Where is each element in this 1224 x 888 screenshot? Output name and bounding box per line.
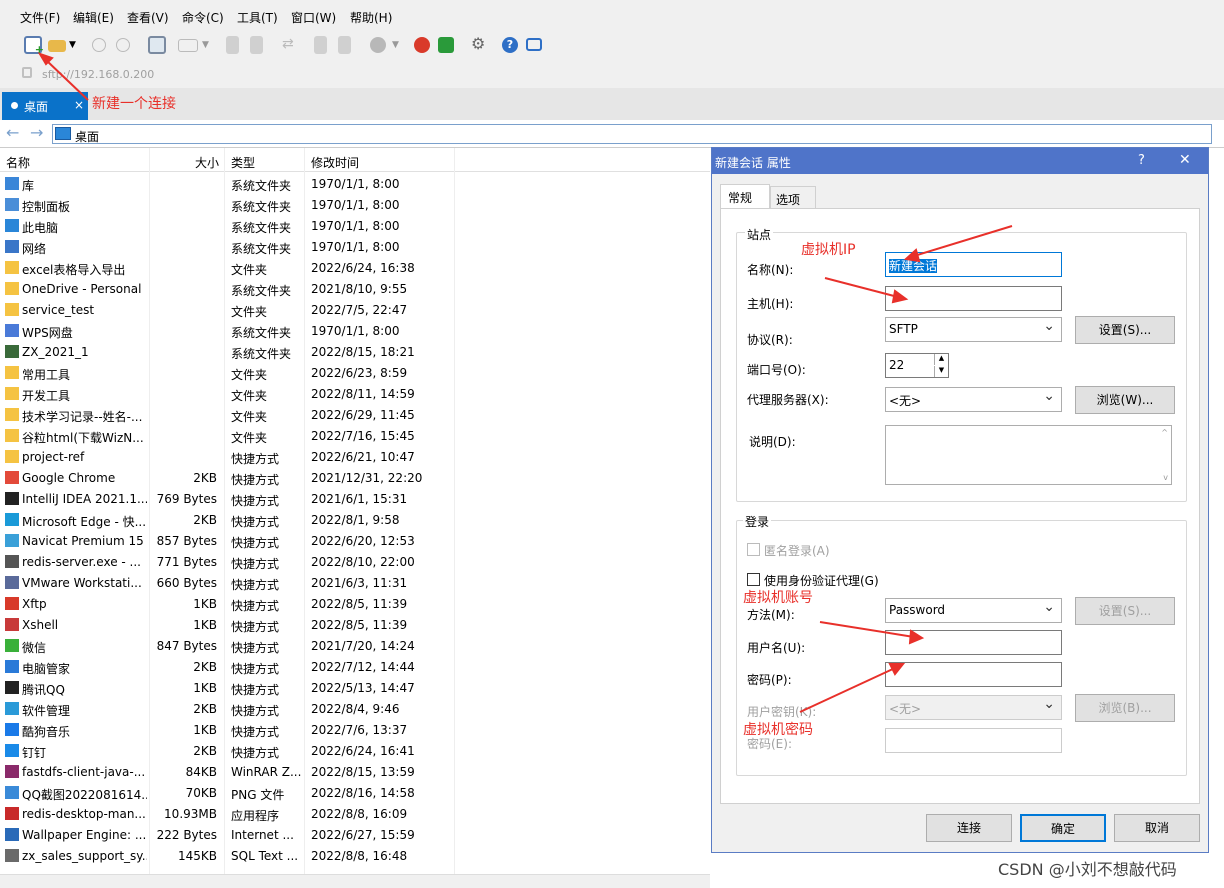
arrow-head [908,629,925,645]
arrow-head [888,663,906,676]
arrow-line [913,225,1013,257]
annotation-arrows [37,52,1013,713]
arrow-head [37,52,54,66]
watermark: CSDN @小刘不想敲代码 [998,860,1177,879]
arrow-head [903,248,921,263]
arrow-line [819,621,915,638]
arrow-line [799,667,896,713]
arrow-line [824,277,899,298]
status-bar [0,874,710,888]
arrow-head [891,289,909,304]
arrow-line [45,59,89,101]
